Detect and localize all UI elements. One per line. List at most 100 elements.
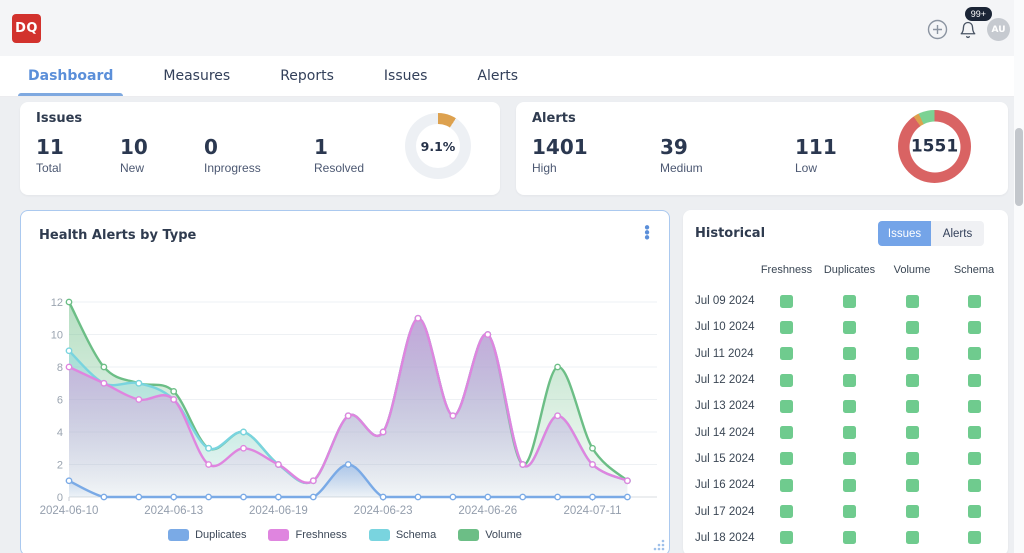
svg-text:2: 2	[57, 460, 63, 472]
status-cell[interactable]	[906, 452, 919, 465]
tab-alerts[interactable]: Alerts	[471, 56, 524, 96]
status-cell[interactable]	[843, 479, 856, 492]
notification-count-badge[interactable]: 99+	[965, 7, 992, 21]
status-cell[interactable]	[843, 400, 856, 413]
status-cell[interactable]	[843, 426, 856, 439]
historical-row: Jul 13 2024	[683, 393, 1008, 419]
alerts-donut-value: 1551	[911, 137, 958, 157]
page-scrollbar-track	[1014, 0, 1024, 553]
svg-text:2024-06-10: 2024-06-10	[40, 505, 99, 517]
row-date: Jul 09 2024	[683, 295, 755, 307]
svg-text:6: 6	[57, 395, 63, 407]
status-cell[interactable]	[968, 505, 981, 518]
status-cell[interactable]	[906, 321, 919, 334]
legend-label: Volume	[485, 529, 522, 541]
status-cell[interactable]	[968, 400, 981, 413]
status-cell[interactable]	[780, 452, 793, 465]
status-cell[interactable]	[780, 321, 793, 334]
status-cell[interactable]	[780, 347, 793, 360]
historical-toggle: Issues Alerts	[878, 221, 984, 246]
status-cell[interactable]	[780, 295, 793, 308]
alerts-card-title: Alerts	[532, 111, 576, 126]
status-cell[interactable]	[906, 347, 919, 360]
status-cell[interactable]	[843, 531, 856, 544]
status-cell[interactable]	[843, 452, 856, 465]
tab-dashboard[interactable]: Dashboard	[22, 56, 119, 96]
stat-total: 11Total	[36, 136, 120, 175]
svg-text:8: 8	[57, 362, 63, 374]
legend-label: Schema	[396, 529, 436, 541]
row-date: Jul 17 2024	[683, 506, 755, 518]
svg-text:10: 10	[51, 330, 63, 342]
legend-label: Freshness	[295, 529, 346, 541]
status-cell[interactable]	[780, 426, 793, 439]
historical-card: Historical Issues Alerts Freshness Dupli…	[683, 210, 1008, 553]
status-cell[interactable]	[780, 479, 793, 492]
status-cell[interactable]	[968, 531, 981, 544]
legend-item-schema[interactable]: Schema	[369, 529, 436, 541]
status-cell[interactable]	[906, 505, 919, 518]
stat-inprogress: 0Inprogress	[204, 136, 314, 175]
legend-item-duplicates[interactable]: Duplicates	[168, 529, 246, 541]
status-cell[interactable]	[906, 479, 919, 492]
svg-text:2024-06-13: 2024-06-13	[144, 505, 203, 517]
row-date: Jul 18 2024	[683, 532, 755, 544]
status-cell[interactable]	[906, 426, 919, 439]
page-scrollbar-thumb[interactable]	[1015, 128, 1023, 206]
tab-issues[interactable]: Issues	[378, 56, 434, 96]
issues-summary-card: Issues 11Total 10New 0Inprogress 1Resolv…	[20, 102, 500, 195]
historical-row: Jul 18 2024	[683, 525, 1008, 551]
status-cell[interactable]	[906, 400, 919, 413]
legend-label: Duplicates	[195, 529, 246, 541]
notifications-bell-icon[interactable]: 99+	[957, 19, 978, 40]
add-icon[interactable]	[927, 19, 948, 40]
status-cell[interactable]	[906, 531, 919, 544]
status-cell[interactable]	[906, 295, 919, 308]
app-logo[interactable]: DQ	[12, 14, 41, 43]
row-date: Jul 13 2024	[683, 400, 755, 412]
historical-row: Jul 14 2024	[683, 419, 1008, 445]
historical-row: Jul 11 2024	[683, 341, 1008, 367]
toggle-alerts-button[interactable]: Alerts	[931, 221, 984, 246]
status-cell[interactable]	[968, 452, 981, 465]
issues-card-title: Issues	[36, 111, 82, 126]
nav-bar: Dashboard Measures Reports Issues Alerts	[0, 56, 1024, 97]
status-cell[interactable]	[780, 531, 793, 544]
status-cell[interactable]	[780, 505, 793, 518]
historical-title: Historical	[695, 226, 765, 241]
status-cell[interactable]	[843, 347, 856, 360]
tab-measures[interactable]: Measures	[157, 56, 236, 96]
resize-handle[interactable]	[652, 538, 665, 551]
legend-item-freshness[interactable]: Freshness	[268, 529, 346, 541]
status-cell[interactable]	[843, 505, 856, 518]
stat-medium: 39Medium	[660, 136, 795, 175]
toggle-issues-button[interactable]: Issues	[878, 221, 931, 246]
status-cell[interactable]	[843, 321, 856, 334]
row-date: Jul 15 2024	[683, 453, 755, 465]
tab-reports[interactable]: Reports	[274, 56, 340, 96]
legend-item-volume[interactable]: Volume	[458, 529, 522, 541]
status-cell[interactable]	[968, 374, 981, 387]
status-cell[interactable]	[906, 374, 919, 387]
status-cell[interactable]	[780, 374, 793, 387]
stat-low: 111Low	[795, 136, 837, 175]
alerts-donut-chart: 1551	[898, 110, 971, 183]
status-cell[interactable]	[968, 295, 981, 308]
status-cell[interactable]	[968, 426, 981, 439]
svg-text:2024-06-19: 2024-06-19	[249, 505, 308, 517]
row-date: Jul 16 2024	[683, 479, 755, 491]
status-cell[interactable]	[780, 400, 793, 413]
user-avatar[interactable]: AU	[987, 18, 1010, 41]
status-cell[interactable]	[968, 347, 981, 360]
issues-donut-chart: 9.1%	[405, 113, 471, 179]
svg-text:0: 0	[57, 492, 63, 504]
status-cell[interactable]	[843, 295, 856, 308]
svg-text:2024-06-23: 2024-06-23	[354, 505, 413, 517]
status-cell[interactable]	[843, 374, 856, 387]
status-cell[interactable]	[968, 321, 981, 334]
stat-new: 10New	[120, 136, 204, 175]
status-cell[interactable]	[968, 479, 981, 492]
legend-swatch	[268, 529, 289, 541]
issues-donut-value: 9.1%	[421, 139, 456, 154]
col-duplicates: Duplicates	[818, 264, 881, 276]
